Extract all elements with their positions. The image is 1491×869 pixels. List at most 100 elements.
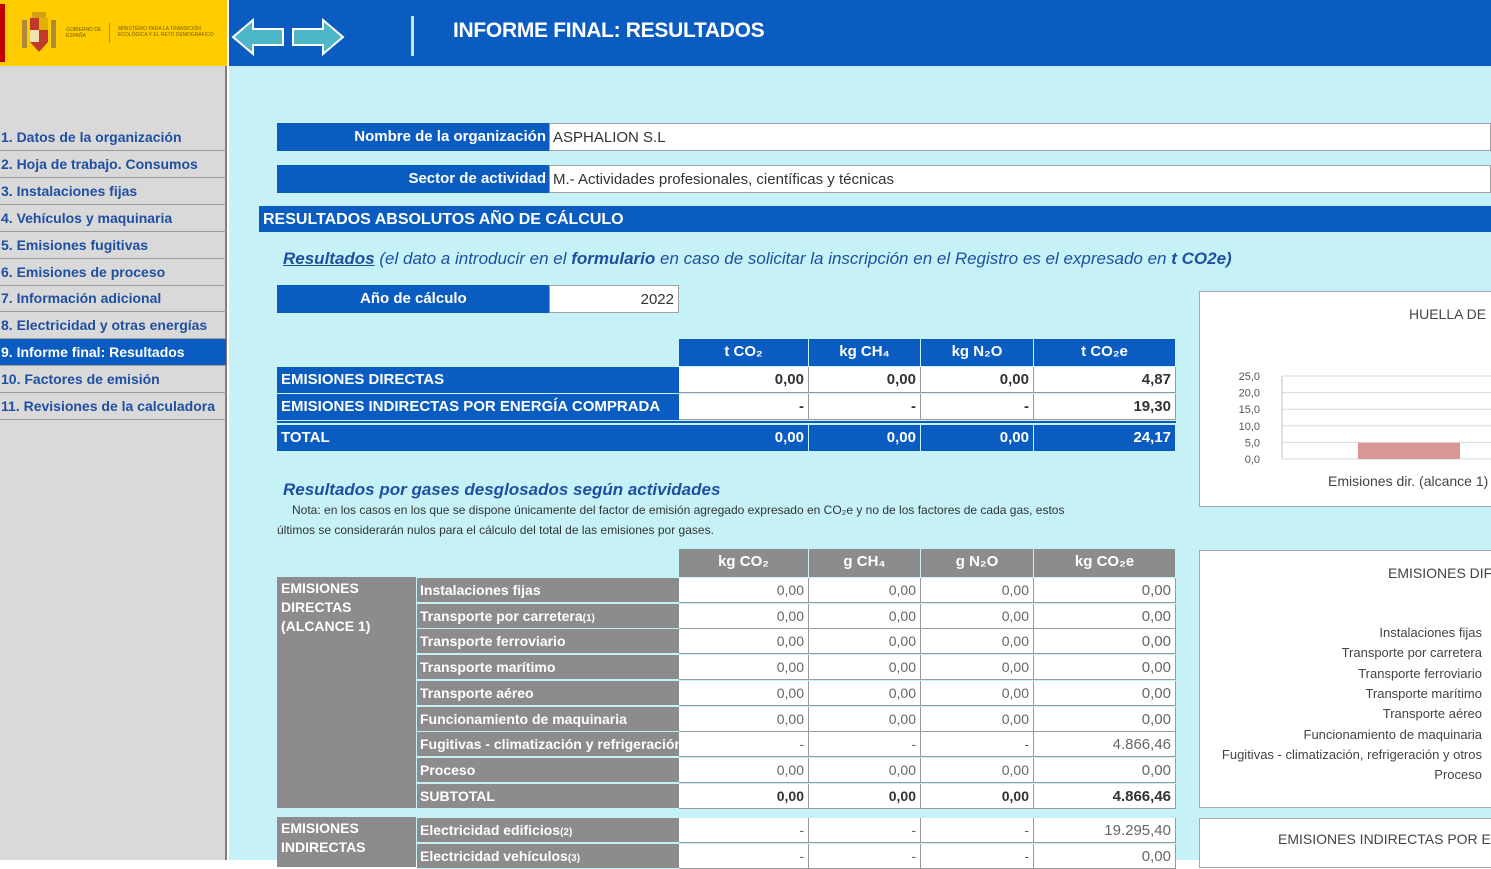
breakdown-row-label-text: Instalaciones fijas — [420, 582, 541, 598]
breakdown-cell: 0,00 — [1034, 603, 1176, 629]
summary-cell: 0,00 — [921, 367, 1034, 393]
breakdown-cell: 0,00 — [921, 706, 1034, 732]
breakdown-row-label-text: Funcionamiento de maquinaria — [420, 710, 627, 727]
org-name-field[interactable]: ASPHALION S.L — [549, 123, 1491, 151]
summary-header: t CO₂ — [679, 339, 809, 366]
breakdown-cell: 0,00 — [921, 655, 1034, 681]
header-divider — [411, 16, 414, 56]
breakdown-cell: 0,00 — [1034, 655, 1176, 681]
sidebar: GOBIERNO DE ESPAÑA MINISTERIO PARA LA TR… — [0, 0, 227, 860]
chart-y-tick: 10,0 — [1239, 421, 1260, 433]
sidebar-item[interactable]: 2. Hoja de trabajo. Consumos — [0, 151, 226, 178]
header-bar — [229, 0, 1491, 66]
breakdown-row-label: Electricidad edificios(2) — [417, 818, 679, 843]
summary-cell: - — [921, 394, 1034, 420]
chart-bar — [1358, 442, 1460, 459]
breakdown-cell: 19.295,40 — [1034, 818, 1176, 843]
summary-header: t CO₂e — [1034, 339, 1176, 366]
indirect-emissions-title: EMISIONES INDIRECTAS POR E — [1278, 831, 1491, 847]
breakdown-cell: 0,00 — [1034, 757, 1176, 783]
chart-y-tick: 5,0 — [1245, 437, 1260, 449]
sidebar-item[interactable]: 9. Informe final: Resultados — [0, 339, 226, 367]
breakdown-row-label-text: Transporte aéreo — [420, 684, 534, 701]
breakdown-cell: - — [679, 732, 809, 758]
breakdown-row-label: SUBTOTAL — [417, 783, 679, 809]
summary-cell: 0,00 — [679, 367, 809, 393]
breakdown-cell: 0,00 — [679, 578, 809, 603]
breakdown-title: Resultados por gases desglosados según a… — [283, 480, 721, 499]
sidebar-item[interactable]: 5. Emisiones fugitivas — [0, 232, 226, 259]
total-separator — [277, 421, 1176, 423]
sidebar-item[interactable]: 3. Instalaciones fijas — [0, 178, 226, 205]
year-field[interactable]: 2022 — [549, 285, 679, 313]
breakdown-row-label-text: Transporte marítimo — [420, 659, 556, 676]
results-note: Resultados (el dato a introducir en el f… — [283, 249, 1483, 269]
sidebar-item[interactable]: 10. Factores de emisión — [0, 366, 226, 394]
breakdown-row-label: Fugitivas - climatización y refrigeració… — [417, 732, 679, 758]
breakdown-cell: 0,00 — [1034, 844, 1176, 869]
sector-field[interactable]: M.- Actividades profesionales, científic… — [549, 165, 1491, 193]
chart-y-tick: 0,0 — [1245, 454, 1260, 466]
summary-cell: 0,00 — [809, 425, 921, 451]
breakdown-note-line1: Nota: en los casos en los que se dispone… — [292, 503, 1065, 517]
breakdown-cell: - — [809, 818, 921, 843]
sidebar-item[interactable]: 7. Información adicional — [0, 285, 226, 313]
summary-cell: - — [679, 394, 809, 420]
breakdown-row-label-text: Electricidad vehículos — [420, 848, 568, 864]
results-note-unit: t CO2e) — [1171, 249, 1232, 268]
summary-cell: 24,17 — [1034, 425, 1176, 451]
forward-arrow-icon[interactable] — [291, 17, 345, 57]
breakdown-row-label: Proceso — [417, 757, 679, 783]
direct-emissions-title: EMISIONES DIF — [1388, 565, 1491, 581]
footnote-marker: (1) — [582, 612, 595, 624]
breakdown-row-label: Electricidad vehículos(3) — [417, 844, 679, 869]
breakdown-cell: 0,00 — [809, 629, 921, 655]
results-note-formulario: formulario — [571, 249, 656, 268]
breakdown-cell: 0,00 — [921, 603, 1034, 629]
breakdown-row-label: Transporte marítimo — [417, 655, 679, 681]
summary-cell: 0,00 — [809, 367, 921, 393]
back-arrow-icon[interactable] — [231, 17, 285, 57]
year-label: Año de cálculo — [277, 285, 549, 313]
chart-y-tick: 25,0 — [1239, 371, 1260, 383]
sidebar-item[interactable]: 8. Electricidad y otras energías — [0, 312, 226, 340]
sidebar-item[interactable]: 6. Emisiones de proceso — [0, 259, 226, 286]
breakdown-cell: 0,00 — [809, 603, 921, 629]
results-link[interactable]: Resultados — [283, 249, 375, 268]
breakdown-cell: 4.866,46 — [1034, 783, 1176, 809]
breakdown-cell: 0,00 — [921, 783, 1034, 809]
breakdown-cell: 0,00 — [679, 680, 809, 706]
results-note-c: en caso de solicitar la inscripción en e… — [655, 249, 1172, 268]
breakdown-cell: 0,00 — [679, 783, 809, 809]
summary-cell: - — [809, 394, 921, 420]
logo-divider — [109, 23, 110, 43]
breakdown-row-label: Funcionamiento de maquinaria — [417, 706, 679, 732]
page-title: INFORME FINAL: RESULTADOS — [453, 19, 765, 42]
breakdown-row-label-text: Electricidad edificios — [420, 822, 561, 838]
direct-emissions-legend-item: Proceso — [1434, 767, 1482, 783]
breakdown-cell: - — [809, 844, 921, 869]
chart-y-tick: 15,0 — [1239, 404, 1260, 416]
summary-cell: 0,00 — [921, 425, 1034, 451]
sidebar-item[interactable]: 4. Vehículos y maquinaria — [0, 205, 226, 232]
chart-y-tick: 20,0 — [1239, 388, 1260, 400]
sector-label: Sector de actividad — [277, 165, 549, 193]
breakdown-cell: 0,00 — [1034, 706, 1176, 732]
breakdown-cell: - — [679, 844, 809, 869]
flag-strip — [0, 4, 5, 62]
breakdown-row-label-text: Transporte ferroviario — [420, 633, 566, 650]
section-title: RESULTADOS ABSOLUTOS AÑO DE CÁLCULO — [259, 206, 1491, 232]
breakdown-cell: 0,00 — [809, 706, 921, 732]
breakdown-header: g CH₄ — [809, 549, 921, 577]
breakdown-cell: - — [921, 818, 1034, 843]
direct-emissions-panel: EMISIONES DIF Instalaciones fijas Transpo… — [1199, 550, 1491, 808]
sidebar-item[interactable]: 1. Datos de la organización — [0, 124, 226, 151]
breakdown-row-label: Transporte ferroviario — [417, 629, 679, 655]
summary-header: kg CH₄ — [809, 339, 921, 366]
breakdown-cell: 0,00 — [921, 680, 1034, 706]
sidebar-item[interactable]: 11. Revisiones de la calculadora — [0, 393, 226, 420]
chart-x-label: Emisiones dir. (alcance 1) — [1328, 473, 1489, 489]
breakdown-header: kg CO₂e — [1034, 549, 1176, 577]
direct-emissions-group-label: EMISIONES DIRECTAS (ALCANCE 1) — [277, 577, 416, 808]
logo-gobierno-text: GOBIERNO DE ESPAÑA — [66, 27, 102, 39]
